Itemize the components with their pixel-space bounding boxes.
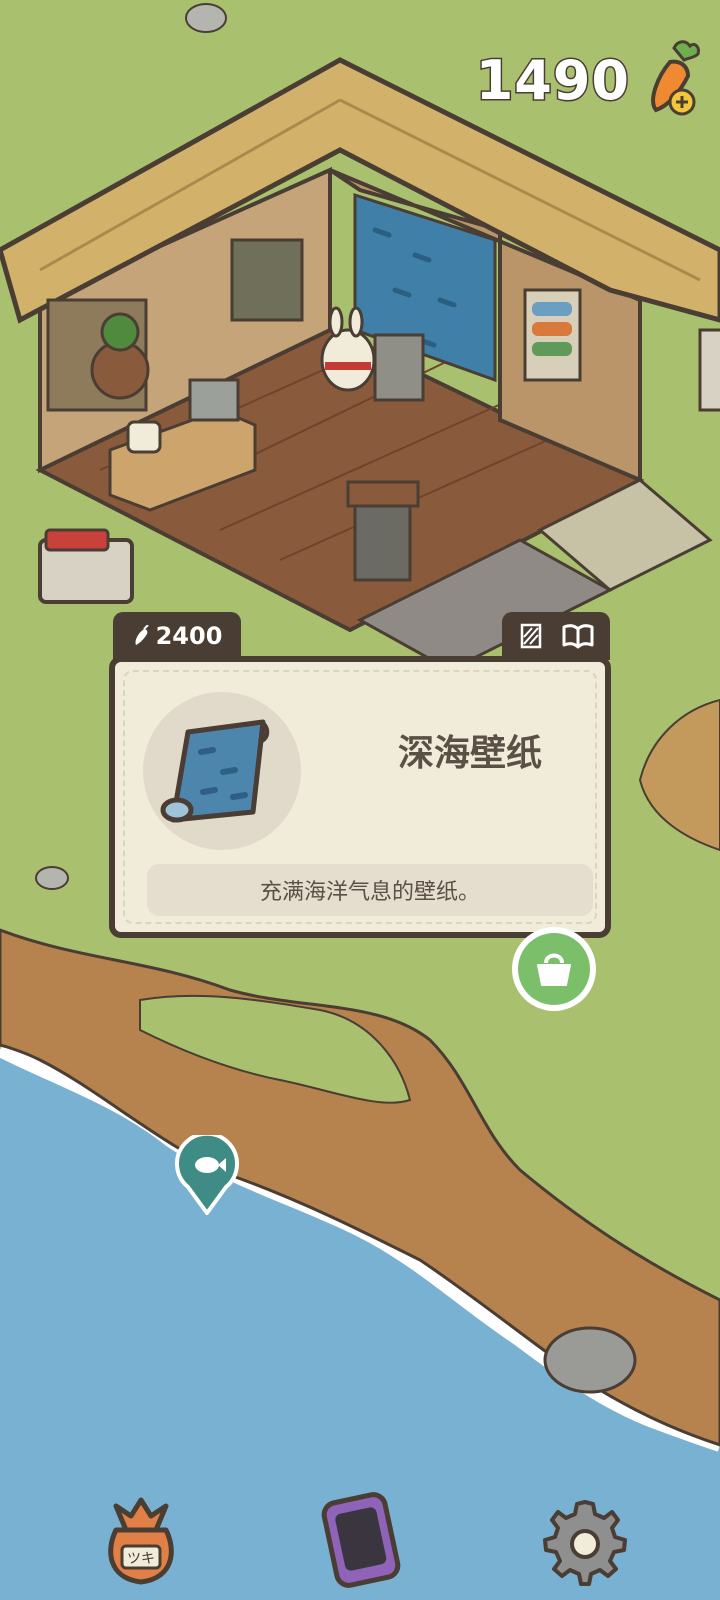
display-stand [373,333,425,402]
wallpaper-icon[interactable] [518,622,546,650]
phone-button[interactable] [316,1490,406,1590]
item-detail-card: 深海壁纸 充满海洋气息的壁纸。 [109,656,611,938]
display-pedestal [353,498,412,582]
shopping-bag-icon [537,953,571,986]
item-thumbnail [143,692,301,850]
bunny-character [320,328,376,392]
item-name: 深海壁纸 [397,733,542,774]
pouch-label: ツキ [127,1551,155,1567]
fishing-spot-marker[interactable] [174,1135,240,1215]
buy-button-inner [518,933,590,1005]
rock-small [35,866,69,890]
item-price: 2400 [155,622,223,650]
item-description: 充满海洋气息的壁纸。 [259,880,480,905]
carrot-icon [135,625,149,645]
wallpaper-roll-icon [160,719,270,823]
rock-shore [543,1326,637,1394]
carrot-plus-icon[interactable] [638,40,702,120]
item-category-tab [502,612,610,660]
price-tab: 2400 [113,612,241,660]
carrot-currency[interactable]: 1490 [474,40,702,120]
rock-top [185,3,227,33]
settings-button[interactable] [540,1490,630,1590]
pouch-icon: ツキ [108,1497,174,1585]
book-icon[interactable] [561,622,595,650]
gear-icon [543,1500,627,1586]
pouch-button[interactable]: ツキ [96,1490,186,1590]
buy-button[interactable] [512,927,596,1011]
carrot-count: 1490 [474,47,630,113]
item-description-bar: 充满海洋气息的壁纸。 [147,864,593,916]
cash-register [188,378,240,422]
shop-window [230,238,304,322]
phone-icon [321,1492,401,1588]
